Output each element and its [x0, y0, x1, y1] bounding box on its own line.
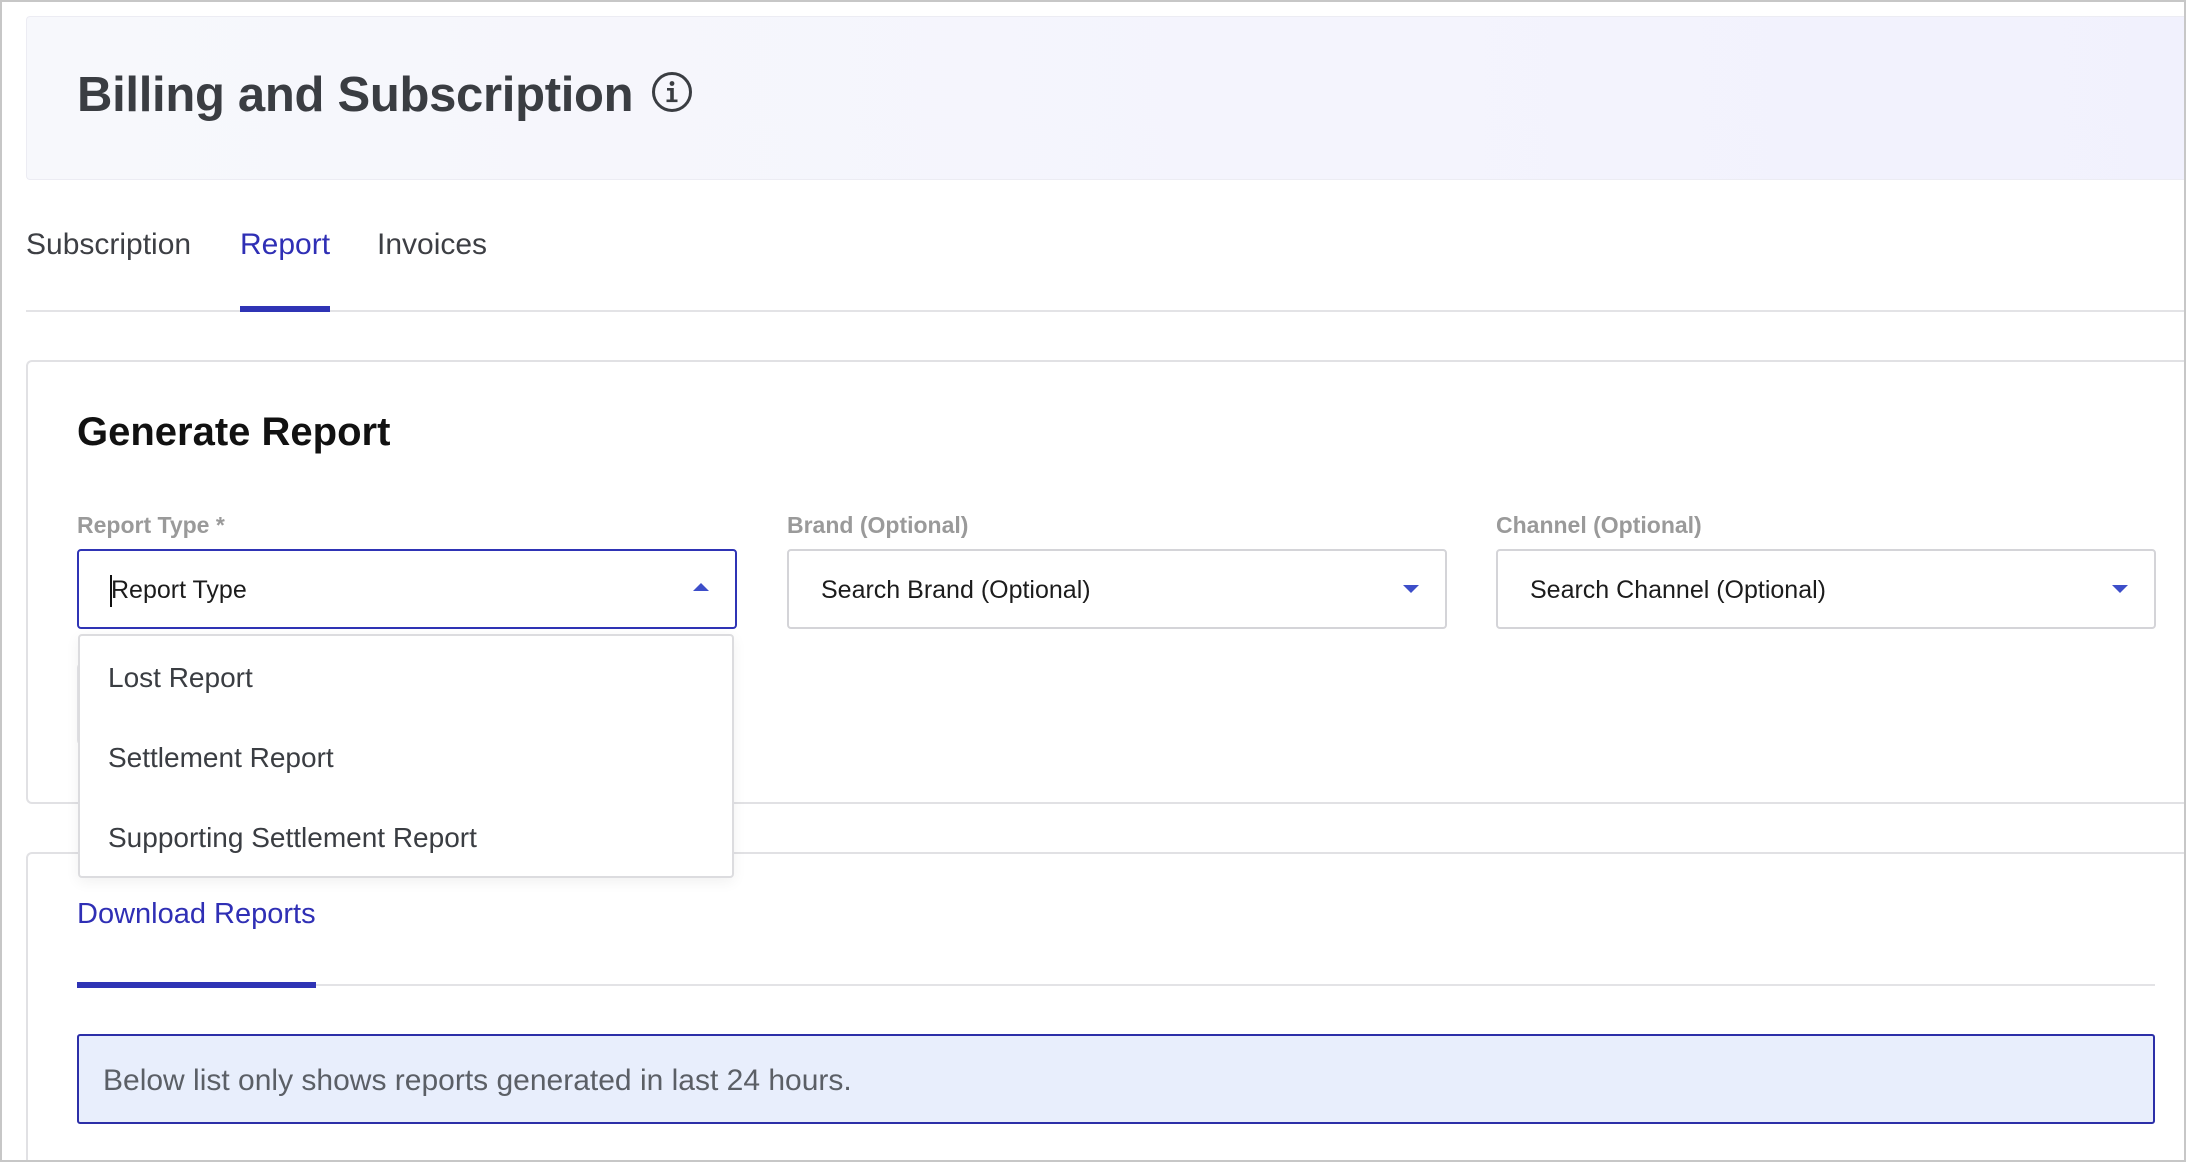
- report-type-select[interactable]: Report Type: [77, 549, 737, 629]
- channel-select[interactable]: Search Channel (Optional): [1496, 549, 2156, 629]
- option-supporting-settlement-report[interactable]: Supporting Settlement Report: [80, 800, 732, 878]
- chevron-down-icon[interactable]: [1403, 585, 1419, 593]
- brand-select[interactable]: Search Brand (Optional): [787, 549, 1447, 629]
- tab-subscription[interactable]: Subscription: [26, 222, 191, 310]
- report-type-dropdown: Lost Report Settlement Report Supporting…: [78, 634, 734, 878]
- tab-invoices[interactable]: Invoices: [377, 222, 487, 310]
- option-settlement-report[interactable]: Settlement Report: [80, 720, 732, 798]
- brand-placeholder: Search Brand (Optional): [821, 576, 1091, 604]
- section-title: Generate Report: [77, 410, 391, 454]
- tab-label: Report: [240, 228, 331, 261]
- brand-label: Brand (Optional): [787, 512, 969, 538]
- chevron-up-icon[interactable]: [693, 583, 709, 591]
- option-label: Lost Report: [108, 662, 253, 693]
- notice-text: Below list only shows reports generated …: [103, 1064, 852, 1097]
- tab-download-reports[interactable]: Download Reports: [77, 898, 316, 988]
- download-reports-card: Download Reports Below list only shows r…: [26, 852, 2184, 1160]
- channel-placeholder: Search Channel (Optional): [1530, 576, 1826, 604]
- page-header: Billing and Subscription: [26, 16, 2184, 180]
- tab-label: Invoices: [377, 228, 488, 261]
- info-notice: Below list only shows reports generated …: [77, 1034, 2155, 1124]
- tab-label: Subscription: [26, 228, 192, 261]
- app-window: Billing and Subscription Subscription Re…: [0, 0, 2186, 1162]
- chevron-down-icon[interactable]: [2112, 585, 2128, 593]
- option-label: Settlement Report: [108, 742, 334, 773]
- option-label: Supporting Settlement Report: [108, 822, 477, 853]
- page-title: Billing and Subscription: [77, 68, 634, 122]
- report-type-value: Report Type: [111, 576, 247, 604]
- main-tabs: Subscription Report Invoices: [26, 222, 2184, 312]
- channel-label: Channel (Optional): [1496, 512, 1702, 538]
- report-type-label: Report Type *: [77, 512, 225, 538]
- option-lost-report[interactable]: Lost Report: [80, 640, 732, 718]
- info-icon[interactable]: [651, 71, 693, 113]
- tab-report[interactable]: Report: [240, 222, 331, 312]
